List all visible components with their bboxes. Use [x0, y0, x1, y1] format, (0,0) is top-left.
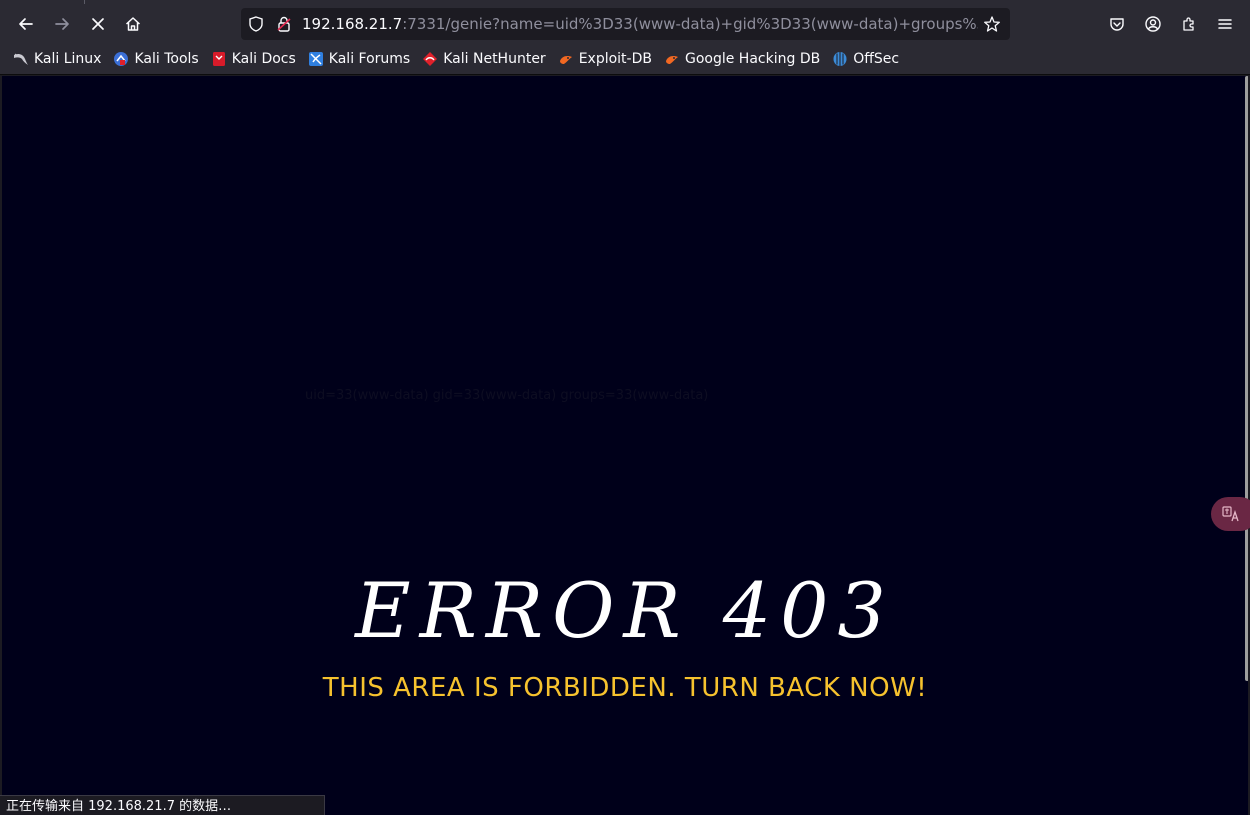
hidden-command-output: uid=33(www-data) gid=33(www-data) groups…: [305, 388, 709, 403]
bookmark-label: Kali Linux: [34, 51, 102, 67]
navigation-toolbar: 192.168.21.7:7331/genie?name=uid%3D33(ww…: [0, 4, 1250, 44]
bookmark-kali-docs[interactable]: Kali Docs: [211, 47, 302, 71]
browser-window: 192.168.21.7:7331/genie?name=uid%3D33(ww…: [0, 0, 1250, 815]
page-content: uid=33(www-data) gid=33(www-data) groups…: [2, 76, 1248, 815]
nethunter-icon: [423, 52, 438, 66]
menu-icon: [1218, 19, 1232, 29]
translate-widget-button[interactable]: [1211, 497, 1250, 531]
bookmark-kali-linux[interactable]: Kali Linux: [13, 47, 107, 71]
stop-loading-icon: [92, 18, 104, 30]
back-arrow-icon: [19, 18, 33, 30]
kali-docs-icon: [212, 52, 225, 66]
bookmarks-toolbar: Kali Linux Kali Tools Kali Docs Kali For…: [0, 44, 1250, 75]
address-bar[interactable]: 192.168.21.7:7331/genie?name=uid%3D33(ww…: [241, 8, 1010, 40]
home-icon: [125, 17, 141, 31]
translate-icon: [1222, 506, 1239, 522]
error-title: ERROR 403: [355, 566, 895, 655]
ghdb-icon: [665, 56, 678, 64]
back-button[interactable]: [10, 8, 42, 40]
stop-loading-button[interactable]: [82, 8, 114, 40]
kali-forums-icon: [308, 52, 323, 66]
bookmark-google-hacking-db[interactable]: Google Hacking DB: [664, 47, 826, 71]
app-menu-button[interactable]: [1209, 8, 1241, 40]
bookmark-label: Exploit-DB: [578, 51, 652, 67]
bookmark-label: Kali Forums: [328, 51, 411, 67]
bookmark-kali-tools[interactable]: Kali Tools: [113, 47, 204, 71]
page-scrollbar[interactable]: [1245, 76, 1248, 681]
bookmark-kali-nethunter[interactable]: Kali NetHunter: [422, 47, 551, 71]
bookmark-label: Kali NetHunter: [443, 51, 546, 67]
bookmark-offsec[interactable]: OffSec: [832, 47, 905, 71]
insecure-lock-icon[interactable]: [275, 15, 293, 33]
bookmark-kali-forums[interactable]: Kali Forums: [308, 47, 416, 71]
bookmark-label: Kali Docs: [231, 51, 296, 67]
forward-button[interactable]: [46, 8, 78, 40]
account-icon: [1145, 16, 1161, 32]
bookmark-exploit-db[interactable]: Exploit-DB: [558, 47, 658, 71]
kali-dragon-icon: [14, 53, 28, 65]
extensions-button[interactable]: [1173, 8, 1205, 40]
pocket-button[interactable]: [1101, 8, 1133, 40]
status-bar: 正在传输来自 192.168.21.7 的数据…: [0, 795, 325, 815]
bookmark-label: OffSec: [853, 51, 900, 67]
bookmark-star-icon[interactable]: [983, 15, 1001, 33]
url-path: :7331/genie?name=uid%3D33(www-data)+gid%…: [402, 15, 978, 33]
url-host: 192.168.21.7: [302, 15, 403, 33]
account-button[interactable]: [1137, 8, 1169, 40]
exploit-db-icon: [559, 56, 572, 64]
forward-arrow-icon: [55, 18, 69, 30]
offsec-icon: [833, 52, 847, 66]
kali-tools-icon: [114, 52, 129, 66]
url-text[interactable]: 192.168.21.7:7331/genie?name=uid%3D33(ww…: [302, 8, 978, 40]
extensions-icon: [1183, 17, 1194, 31]
home-button[interactable]: [117, 8, 149, 40]
bookmark-label: Google Hacking DB: [684, 51, 821, 67]
pocket-icon: [1110, 18, 1124, 31]
bookmark-label: Kali Tools: [134, 51, 199, 67]
tracking-protection-shield-icon[interactable]: [247, 15, 265, 33]
error-subtitle: THIS AREA IS FORBIDDEN. TURN BACK NOW!: [322, 673, 928, 703]
